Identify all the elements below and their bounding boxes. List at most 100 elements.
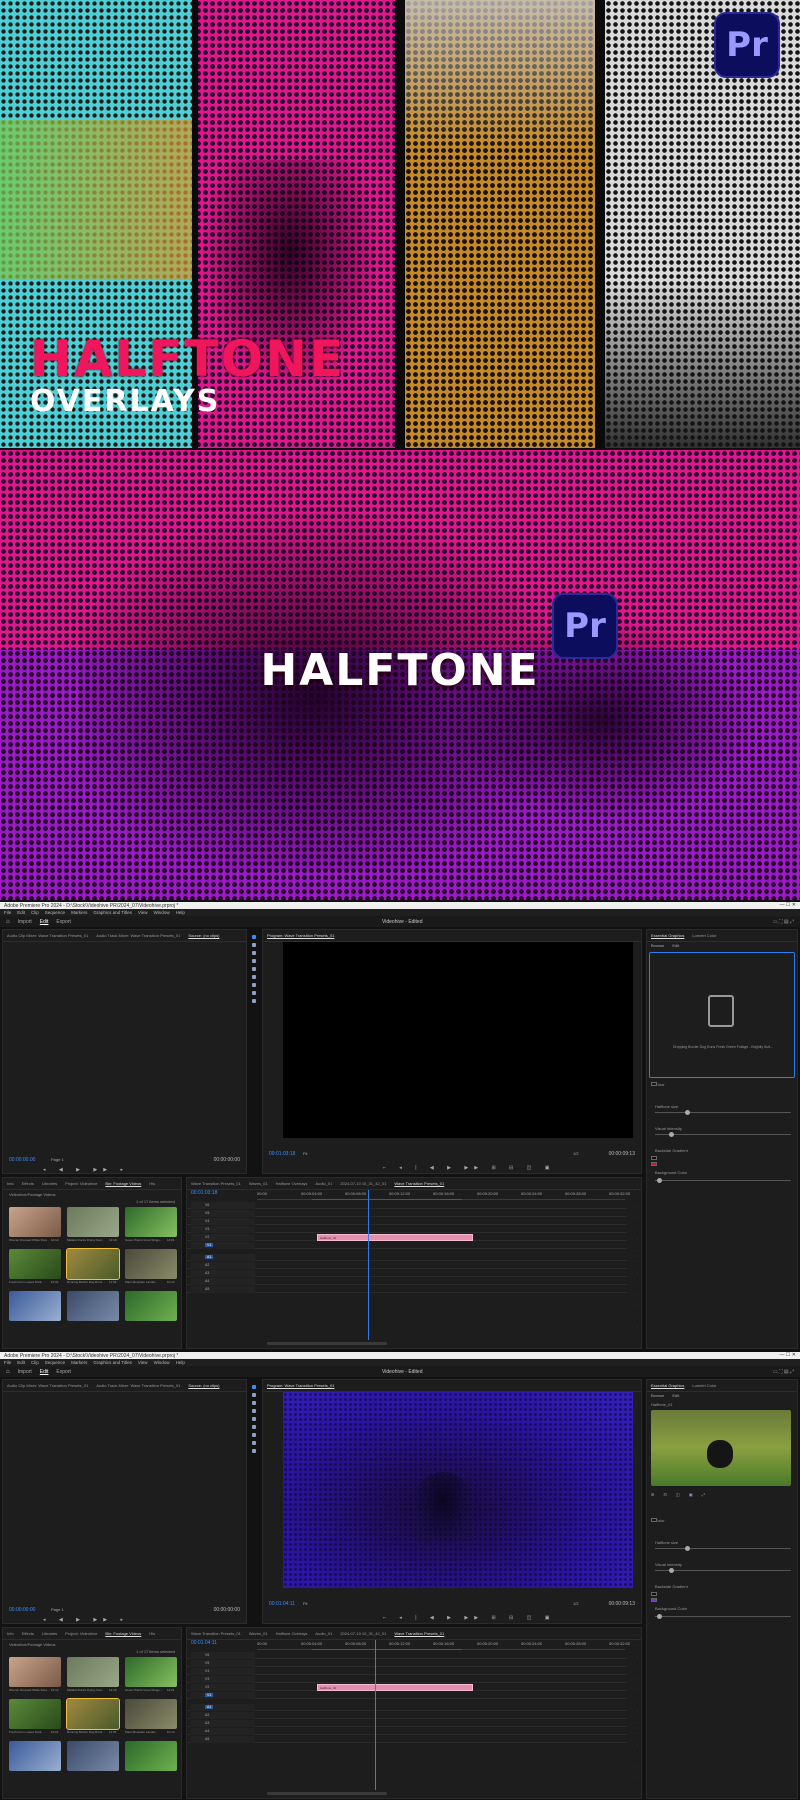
track-header[interactable]: V1: [191, 1692, 255, 1699]
work-area-bar[interactable]: [312, 1199, 462, 1200]
sequence-tab[interactable]: Audio_01: [315, 1181, 332, 1186]
slider-knob[interactable]: [685, 1546, 690, 1551]
program-timecode[interactable]: 00:01:03:18: [269, 1151, 295, 1157]
track-header[interactable]: V2: [191, 1684, 255, 1691]
media-thumbnail[interactable]: [125, 1207, 177, 1237]
track-select-icon[interactable]: [252, 1393, 256, 1397]
source-tab[interactable]: Source: (no clips): [188, 933, 219, 938]
workspace-icons[interactable]: ▭ ⛶ ▤ ⤢: [773, 919, 794, 925]
media-thumbnail[interactable]: [125, 1249, 177, 1279]
menu-item-view[interactable]: View: [138, 1360, 148, 1365]
track-label[interactable]: V2: [205, 1685, 209, 1689]
sequence-tab[interactable]: Wave Transition Presets_01: [191, 1631, 241, 1636]
program-video-frame[interactable]: [283, 1392, 633, 1588]
media-thumbnail[interactable]: [125, 1657, 177, 1687]
workspace-tab-export[interactable]: Export: [56, 1369, 70, 1375]
track-header[interactable]: A1: [191, 1704, 255, 1711]
project-tab[interactable]: Effects: [22, 1631, 34, 1636]
menu-item-window[interactable]: Window: [154, 1360, 170, 1365]
project-tab[interactable]: Bin: Footage Videos: [105, 1631, 141, 1636]
track-label[interactable]: V6: [205, 1203, 209, 1207]
track-label[interactable]: V4: [205, 1669, 209, 1673]
menu-item-markers[interactable]: Markers: [71, 910, 87, 915]
project-tab[interactable]: Effects: [22, 1181, 34, 1186]
track-label[interactable]: V2: [205, 1235, 209, 1239]
color-swatch[interactable]: [651, 1518, 657, 1522]
sequence-tab[interactable]: Halftone Overlays: [276, 1181, 308, 1186]
slider-knob[interactable]: [669, 1132, 674, 1137]
track-label[interactable]: V6: [205, 1653, 209, 1657]
menu-item-edit[interactable]: Edit: [17, 1360, 25, 1365]
source-tab[interactable]: Audio Clip Mixer: Wave Transition Preset…: [7, 933, 88, 938]
source-tab[interactable]: Source: (no clips): [188, 1383, 219, 1388]
track-header[interactable]: A3: [191, 1720, 255, 1727]
menu-item-graphics-and-titles[interactable]: Graphics and Titles: [93, 1360, 132, 1365]
eg-subtab[interactable]: Browse: [651, 943, 664, 948]
track-select-icon[interactable]: [252, 943, 256, 947]
sequence-tab[interactable]: Waves_01: [249, 1631, 268, 1636]
menu-item-sequence[interactable]: Sequence: [45, 910, 65, 915]
track-label[interactable]: V3: [205, 1677, 209, 1681]
track-header[interactable]: V4: [191, 1218, 255, 1225]
project-tab[interactable]: Info: [7, 1181, 14, 1186]
sequence-tab[interactable]: 2024-07-10 10_31_42_01: [340, 1631, 386, 1636]
program-transport-controls[interactable]: ⌐ ◂ | ◀ ▶ ▶▶ ⊞ ⊟ ◫ ▣: [383, 1165, 555, 1171]
workspace-tab-import[interactable]: Import: [18, 1369, 32, 1375]
sequence-tab[interactable]: 2024-07-10 10_31_42_01: [340, 1181, 386, 1186]
project-tab[interactable]: Libraries: [42, 1631, 57, 1636]
track-label[interactable]: A2: [205, 1263, 209, 1267]
track-header[interactable]: A5: [191, 1736, 255, 1743]
track-header[interactable]: V6: [191, 1652, 255, 1659]
project-tab[interactable]: His: [149, 1631, 155, 1636]
track-header[interactable]: V3: [191, 1676, 255, 1683]
track-header[interactable]: V3: [191, 1226, 255, 1233]
track-label[interactable]: A3: [205, 1271, 209, 1275]
project-tab[interactable]: Bin: Footage Videos: [105, 1181, 141, 1186]
home-icon[interactable]: ⌂: [6, 919, 10, 925]
align-controls[interactable]: ⊞ ⊟ ◫ ▣ ⤢: [651, 1492, 709, 1497]
eg-tab[interactable]: Essential Graphics: [651, 933, 684, 938]
slider-track[interactable]: [655, 1548, 791, 1549]
timeline-scrollbar[interactable]: [267, 1792, 387, 1795]
hand-tool-icon[interactable]: [252, 991, 256, 995]
track-header[interactable]: A3: [191, 1270, 255, 1277]
track-label[interactable]: A3: [205, 1721, 209, 1725]
project-tab[interactable]: Project: Videohive: [65, 1631, 97, 1636]
menu-item-file[interactable]: File: [4, 1360, 11, 1365]
slider-knob[interactable]: [669, 1568, 674, 1573]
track-label[interactable]: V5: [205, 1211, 209, 1215]
slip-tool-icon[interactable]: [252, 967, 256, 971]
menu-item-sequence[interactable]: Sequence: [45, 1360, 65, 1365]
menu-item-help[interactable]: Help: [176, 910, 185, 915]
track-header[interactable]: V2: [191, 1234, 255, 1241]
gradient-swatch-2[interactable]: [651, 1162, 657, 1166]
menu-item-view[interactable]: View: [138, 910, 148, 915]
workspace-tab-import[interactable]: Import: [18, 919, 32, 925]
sequence-tab[interactable]: Audio_01: [315, 1631, 332, 1636]
media-thumbnail[interactable]: [9, 1699, 61, 1729]
track-label[interactable]: A1: [205, 1705, 214, 1709]
eg-tab[interactable]: Essential Graphics: [651, 1383, 684, 1388]
track-label[interactable]: A4: [205, 1729, 209, 1733]
media-thumbnail[interactable]: [67, 1741, 119, 1771]
menu-item-edit[interactable]: Edit: [17, 910, 25, 915]
timeline-clip[interactable]: Halftone_01: [317, 1234, 473, 1241]
sequence-tab[interactable]: Wave Transition Presets_01: [191, 1181, 241, 1186]
fit-dropdown[interactable]: Fit: [303, 1601, 307, 1606]
eg-subtab[interactable]: Edit: [672, 943, 679, 948]
menu-item-file[interactable]: File: [4, 910, 11, 915]
slider-knob[interactable]: [657, 1178, 662, 1183]
track-header[interactable]: A2: [191, 1712, 255, 1719]
media-thumbnail[interactable]: [66, 1248, 120, 1280]
pen-tool-icon[interactable]: [252, 1425, 256, 1429]
type-tool-icon[interactable]: [252, 999, 256, 1003]
ripple-edit-icon[interactable]: [252, 951, 256, 955]
rectangle-tool-icon[interactable]: [252, 1433, 256, 1437]
workspace-tab-edit[interactable]: Edit: [40, 1369, 49, 1375]
source-tab[interactable]: Audio Track Mixer: Wave Transition Prese…: [96, 933, 180, 938]
track-label[interactable]: A5: [205, 1737, 209, 1741]
work-area-bar[interactable]: [312, 1649, 462, 1650]
track-header[interactable]: A2: [191, 1262, 255, 1269]
track-label[interactable]: V5: [205, 1661, 209, 1665]
eg-subtab[interactable]: Edit: [672, 1393, 679, 1398]
